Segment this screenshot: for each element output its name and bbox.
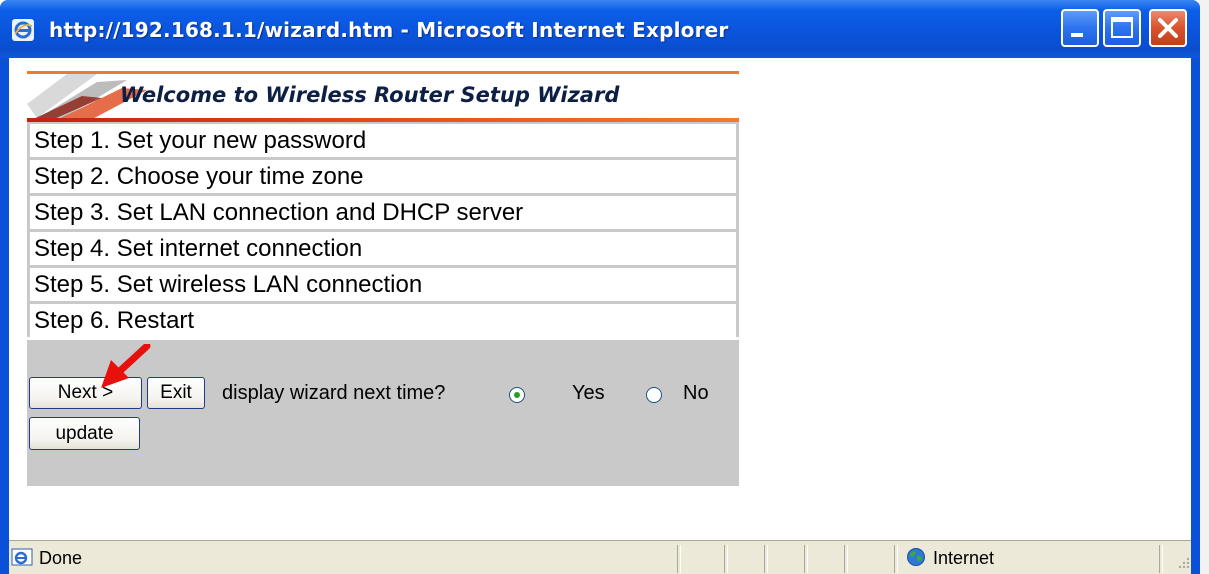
maximize-icon (1111, 17, 1133, 38)
status-separator (844, 545, 848, 573)
red-arrow-annotation (101, 344, 151, 388)
steps-list: Step 1. Set your new password Step 2. Ch… (27, 122, 739, 337)
step-item: Step 5. Set wireless LAN connection (30, 268, 736, 301)
banner-divider (27, 118, 739, 122)
radio-yes-label[interactable]: Yes (572, 382, 605, 405)
status-bar: Done Internet (9, 540, 1191, 574)
status-text: Done (39, 548, 83, 568)
status-separator (1159, 545, 1163, 573)
update-button[interactable]: update (29, 417, 140, 450)
wizard-controls: Next > Exit display wizard next time? Ye… (27, 340, 739, 486)
display-wizard-prompt: display wizard next time? (222, 382, 446, 404)
status-separator (764, 545, 768, 573)
wizard-banner: Welcome to Wireless Router Setup Wizard (27, 71, 739, 122)
close-button[interactable] (1149, 9, 1187, 47)
radio-selected-dot (514, 392, 520, 398)
exit-button[interactable]: Exit (147, 377, 205, 409)
security-zone-label: Internet (933, 548, 995, 568)
minimize-icon (1071, 33, 1083, 37)
status-separator (724, 545, 728, 573)
page-content: Welcome to Wireless Router Setup Wizard … (9, 58, 1191, 540)
step-item: Step 6. Restart (30, 304, 736, 337)
status-separator (894, 545, 898, 573)
internet-explorer-icon[interactable] (12, 19, 34, 41)
resize-grip-icon[interactable] (1175, 555, 1191, 574)
status-separator (677, 545, 681, 573)
step-item: Step 4. Set internet connection (30, 232, 736, 265)
radio-yes[interactable] (509, 387, 525, 403)
step-item: Step 3. Set LAN connection and DHCP serv… (30, 196, 736, 229)
wizard-title: Welcome to Wireless Router Setup Wizard (120, 83, 620, 107)
browser-window: http://192.168.1.1/wizard.htm - Microsof… (0, 0, 1200, 574)
step-item: Step 1. Set your new password (30, 124, 736, 157)
status-separator (804, 545, 808, 573)
page-done-icon (11, 547, 33, 572)
window-title: http://192.168.1.1/wizard.htm - Microsof… (49, 18, 729, 42)
step-item: Step 2. Choose your time zone (30, 160, 736, 193)
maximize-button[interactable] (1103, 9, 1141, 47)
setup-wizard: Welcome to Wireless Router Setup Wizard … (27, 71, 739, 486)
internet-zone-icon (906, 547, 926, 572)
radio-no[interactable] (646, 387, 662, 403)
close-icon (1158, 18, 1178, 38)
minimize-button[interactable] (1061, 9, 1099, 47)
title-bar[interactable]: http://192.168.1.1/wizard.htm - Microsof… (0, 0, 1200, 58)
radio-no-label[interactable]: No (683, 382, 709, 405)
